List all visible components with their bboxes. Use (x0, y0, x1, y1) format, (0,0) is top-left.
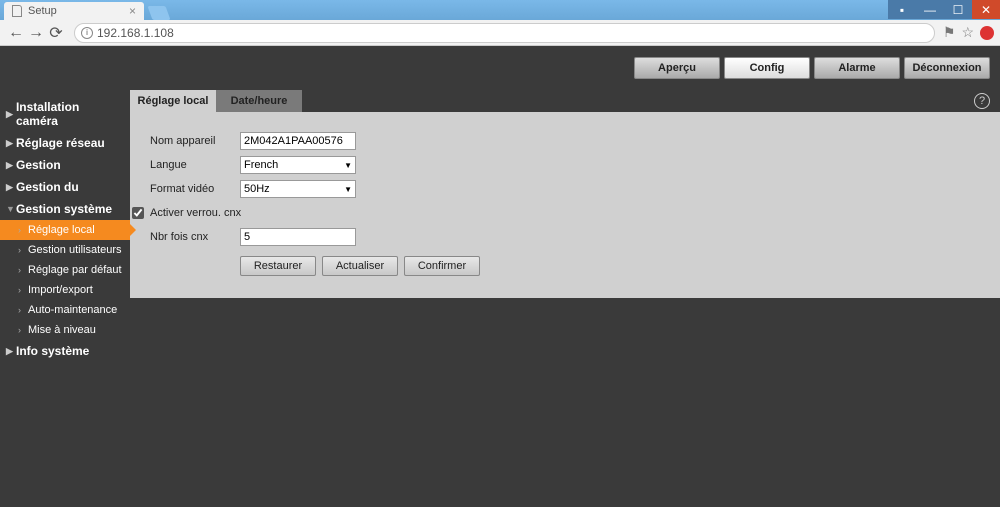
sidebar-label: Import/export (28, 284, 93, 296)
caret-down-icon: ▼ (344, 161, 352, 170)
device-name-label: Nom appareil (150, 135, 240, 147)
preview-button[interactable]: Aperçu (634, 57, 720, 79)
app-header: Aperçu Config Alarme Déconnexion (0, 46, 1000, 90)
chevron-right-icon: › (18, 245, 28, 255)
sidebar-sub-local[interactable]: ›Réglage local (0, 220, 130, 240)
reload-button[interactable]: ⟳ (46, 23, 66, 43)
sidebar-sub-automaint[interactable]: ›Auto-maintenance (0, 300, 130, 320)
help-icon[interactable]: ? (974, 93, 990, 109)
chevron-right-icon: › (18, 265, 28, 275)
bookmark-icon[interactable]: ☆ (961, 24, 974, 41)
sidebar-label: Auto-maintenance (28, 304, 117, 316)
user-icon[interactable]: ▪ (888, 0, 916, 19)
sidebar-sub-defaults[interactable]: ›Réglage par défaut (0, 260, 130, 280)
sidebar-sub-users[interactable]: ›Gestion utilisateurs (0, 240, 130, 260)
sidebar-label: Info système (16, 344, 89, 358)
sidebar-label: Mise à niveau (28, 324, 96, 336)
chevron-right-icon: › (18, 325, 28, 335)
forward-button[interactable]: → (26, 24, 46, 42)
sidebar-label: Réglage réseau (16, 136, 105, 150)
sidebar-item-system[interactable]: ▼Gestion système (0, 198, 130, 220)
back-button[interactable]: ← (6, 24, 26, 42)
browser-tab[interactable]: Setup × (4, 2, 144, 20)
tab-label: Date/heure (231, 95, 288, 107)
language-select[interactable]: French ▼ (240, 156, 356, 174)
lock-login-checkbox[interactable] (132, 207, 144, 219)
chevron-right-icon: ▶ (6, 346, 16, 357)
sidebar-item-network[interactable]: ▶Réglage réseau (0, 132, 130, 154)
device-name-input[interactable] (240, 132, 356, 150)
extension-icon[interactable] (980, 26, 994, 40)
sidebar-label: Gestion système (16, 202, 112, 216)
empty-area (130, 298, 1000, 507)
sidebar: ▶Installation caméra ▶Réglage réseau ▶Ge… (0, 90, 130, 507)
button-label: Actualiser (336, 260, 384, 272)
config-label: Config (750, 62, 785, 74)
chevron-right-icon: › (18, 285, 28, 295)
sidebar-sub-upgrade[interactable]: ›Mise à niveau (0, 320, 130, 340)
lock-login-label: Activer verrou. cnx (150, 207, 241, 219)
login-count-label: Nbr fois cnx (150, 231, 240, 243)
main-panel: Réglage local Date/heure ? Nom appareil … (130, 90, 1000, 507)
window-titlebar: Setup × ▪ — ☐ ✕ (0, 0, 1000, 20)
chevron-right-icon: ▶ (6, 160, 16, 171)
alarm-button[interactable]: Alarme (814, 57, 900, 79)
login-count-input[interactable] (240, 228, 356, 246)
window-controls: ▪ — ☐ ✕ (888, 0, 1000, 20)
sidebar-item-manage[interactable]: ▶Gestion (0, 154, 130, 176)
alarm-label: Alarme (838, 62, 875, 74)
sidebar-label: Gestion utilisateurs (28, 244, 122, 256)
site-settings-icon[interactable]: ⚑ (943, 24, 956, 41)
chevron-right-icon: ▶ (6, 182, 16, 193)
tab-title: Setup (28, 5, 57, 17)
video-format-label: Format vidéo (150, 183, 240, 195)
chevron-right-icon: ▶ (6, 138, 16, 149)
chevron-right-icon: › (18, 305, 28, 315)
tab-label: Réglage local (138, 95, 209, 107)
sidebar-label: Gestion du (16, 180, 79, 194)
confirm-button[interactable]: Confirmer (404, 256, 480, 276)
tab-strip: Setup × (0, 0, 168, 20)
config-button[interactable]: Config (724, 57, 810, 79)
toolbar-right: ⚑ ☆ (943, 24, 994, 41)
sidebar-item-install[interactable]: ▶Installation caméra (0, 96, 130, 132)
tab-local[interactable]: Réglage local (130, 90, 216, 112)
tab-bar: Réglage local Date/heure ? (130, 90, 1000, 112)
logout-label: Déconnexion (912, 62, 981, 74)
preview-label: Aperçu (658, 62, 696, 74)
chevron-right-icon: › (18, 225, 28, 235)
sidebar-label: Gestion (16, 158, 61, 172)
sidebar-label: Réglage par défaut (28, 264, 122, 276)
caret-down-icon: ▼ (344, 185, 352, 194)
logout-button[interactable]: Déconnexion (904, 57, 990, 79)
select-value: French (244, 159, 278, 171)
form-panel: Nom appareil Langue French ▼ Format vidéo… (130, 112, 1000, 298)
tab-close-icon[interactable]: × (129, 4, 136, 18)
address-bar: ← → ⟳ i 192.168.1.108 ⚑ ☆ (0, 20, 1000, 46)
page-icon (12, 5, 22, 17)
button-label: Restaurer (254, 260, 302, 272)
language-label: Langue (150, 159, 240, 171)
video-format-select[interactable]: 50Hz ▼ (240, 180, 356, 198)
button-label: Confirmer (418, 260, 466, 272)
sidebar-label: Réglage local (28, 224, 95, 236)
restore-button[interactable]: Restaurer (240, 256, 316, 276)
sidebar-item-info[interactable]: ▶Info système (0, 340, 130, 362)
sidebar-item-manage-du[interactable]: ▶Gestion du (0, 176, 130, 198)
chevron-right-icon: ▶ (6, 109, 16, 120)
new-tab-button[interactable] (147, 6, 170, 20)
refresh-button[interactable]: Actualiser (322, 256, 398, 276)
content-area: ▶Installation caméra ▶Réglage réseau ▶Ge… (0, 90, 1000, 507)
url-input[interactable]: i 192.168.1.108 (74, 23, 935, 43)
sidebar-sub-impexp[interactable]: ›Import/export (0, 280, 130, 300)
chevron-down-icon: ▼ (6, 204, 16, 214)
url-text: 192.168.1.108 (97, 26, 174, 40)
maximize-button[interactable]: ☐ (944, 0, 972, 19)
minimize-button[interactable]: — (916, 0, 944, 19)
sidebar-label: Installation caméra (16, 100, 124, 128)
info-icon: i (81, 27, 93, 39)
window-close-button[interactable]: ✕ (972, 0, 1000, 19)
select-value: 50Hz (244, 183, 270, 195)
tab-datetime[interactable]: Date/heure (216, 90, 302, 112)
